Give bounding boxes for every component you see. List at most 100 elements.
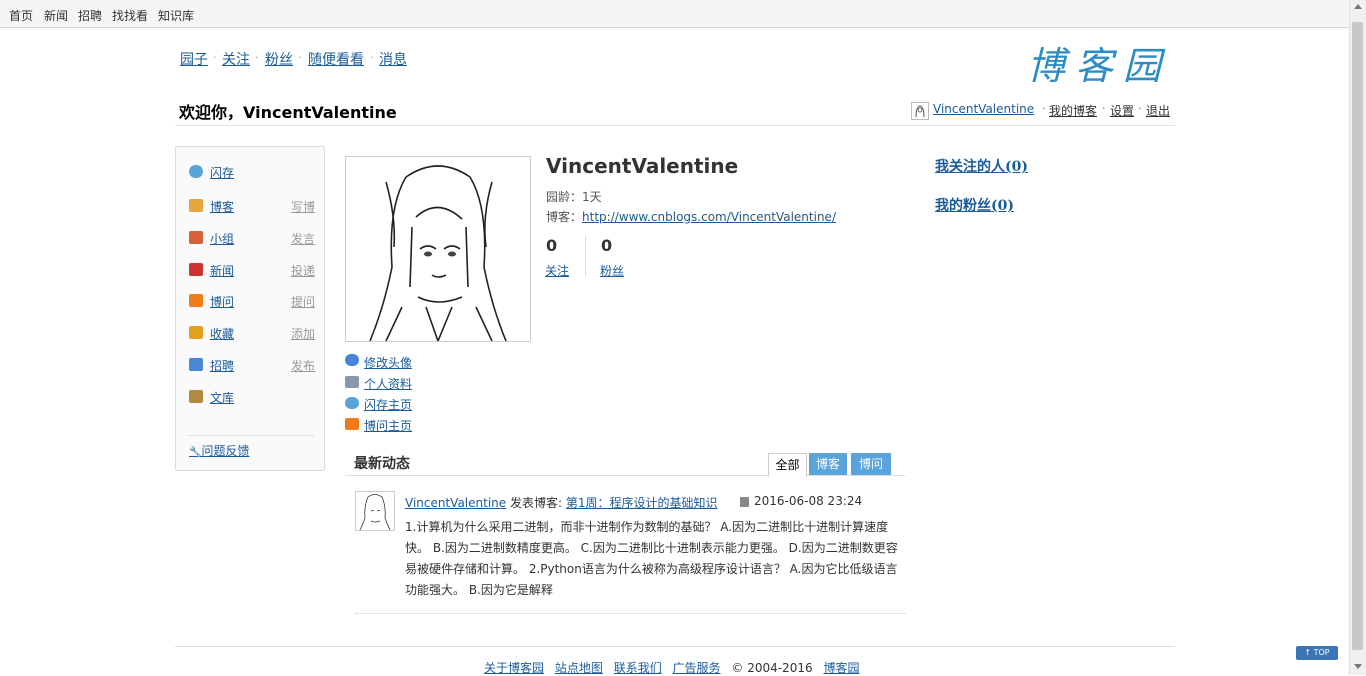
follow-link[interactable]: 关注 xyxy=(545,262,569,279)
topbar-link-home[interactable]: 首页 xyxy=(9,7,33,24)
footer-link-sitemap[interactable]: 站点地图 xyxy=(555,661,603,675)
scroll-down-arrow-icon[interactable] xyxy=(1354,664,1362,669)
sidebar-item-label[interactable]: 博客 xyxy=(210,198,234,215)
topbar-link-kb[interactable]: 知识库 xyxy=(158,7,194,24)
pencil-note-icon xyxy=(189,199,203,212)
age-value: 1天 xyxy=(582,190,602,204)
my-blog-link[interactable]: 我的博客 xyxy=(1049,102,1097,119)
sidebar-action-write[interactable]: 写博 xyxy=(291,198,315,215)
footer-link-about[interactable]: 关于博客园 xyxy=(484,661,544,675)
footer-link-contact[interactable]: 联系我们 xyxy=(614,661,662,675)
divider xyxy=(187,435,314,436)
divider xyxy=(355,613,905,614)
speech-bubble-icon xyxy=(345,397,359,409)
sidebar-item-label[interactable]: 招聘 xyxy=(210,357,234,374)
feed-user-link[interactable]: VincentValentine xyxy=(405,496,506,510)
sidebar-item-label[interactable]: 新闻 xyxy=(210,262,234,279)
book-icon xyxy=(189,390,203,403)
vertical-scrollbar[interactable] xyxy=(1349,0,1366,675)
feed-item-body: 1.计算机为什么采用二进制，而非十进制作为数制的基础？ A.因为二进制比十进制计… xyxy=(405,520,898,597)
scroll-thumb[interactable] xyxy=(1352,22,1363,650)
nav-follow[interactable]: 关注 xyxy=(222,49,250,69)
sidebar-item-label[interactable]: 小组 xyxy=(210,230,234,247)
blog-label: 博客： xyxy=(546,210,583,224)
speech-bubble-icon xyxy=(189,165,203,178)
user-avatar-small[interactable] xyxy=(911,102,929,120)
settings-link[interactable]: 设置 xyxy=(1110,102,1134,119)
question-icon xyxy=(345,418,359,430)
feed-post-link[interactable]: 第1周：程序设计的基础知识 xyxy=(566,496,718,510)
blog-url-link[interactable]: http://www.cnblogs.com/VincentValentine/ xyxy=(582,210,836,224)
tab-blog[interactable]: 博客 xyxy=(809,453,847,475)
avatar-sketch-icon xyxy=(915,105,925,118)
left-sidebar: 闪存 博客 写博 小组 发言 新闻 投递 博问 提问 收藏 添加 招聘 发布 文… xyxy=(175,146,325,471)
sidebar-item-group[interactable]: 小组 发言 xyxy=(176,228,324,248)
age-label: 园龄： xyxy=(546,190,583,204)
topbar-link-news[interactable]: 新闻 xyxy=(44,7,68,24)
scroll-up-arrow-icon[interactable] xyxy=(1354,4,1362,9)
sidebar-item-label[interactable]: 文库 xyxy=(210,389,234,406)
sidebar-action-publish[interactable]: 发布 xyxy=(291,357,315,374)
fans-link[interactable]: 粉丝 xyxy=(600,262,624,279)
sidebar-action-submit[interactable]: 投递 xyxy=(291,262,315,279)
tab-question[interactable]: 博问 xyxy=(851,453,891,475)
sidebar-action-ask[interactable]: 提问 xyxy=(291,293,315,310)
sidebar-item-favorite[interactable]: 收藏 添加 xyxy=(176,323,324,343)
divider xyxy=(175,125,1175,126)
following-link[interactable]: 我关注的人(0) xyxy=(935,156,1028,176)
link-separator: · xyxy=(1102,102,1106,115)
nav-yuanzi[interactable]: 园子 xyxy=(180,49,208,69)
nav-random[interactable]: 随便看看 xyxy=(308,49,364,69)
sidebar-action-add[interactable]: 添加 xyxy=(291,325,315,342)
feedback-link[interactable]: 🔧问题反馈 xyxy=(189,442,249,459)
news-icon xyxy=(189,263,203,276)
profile-avatar[interactable] xyxy=(345,156,531,342)
person-card-icon xyxy=(189,358,203,371)
sidebar-item-label[interactable]: 博问 xyxy=(210,293,234,310)
sidebar-item-blog[interactable]: 博客 写博 xyxy=(176,196,324,216)
divider xyxy=(175,646,1175,647)
feed-item-header: VincentValentine 发表博客: 第1周：程序设计的基础知识 xyxy=(405,494,718,511)
user-name-link[interactable]: VincentValentine xyxy=(933,102,1034,116)
logout-link[interactable]: 退出 xyxy=(1146,102,1170,119)
my-fans-link[interactable]: 我的粉丝(0) xyxy=(935,195,1014,215)
footer-link-ads[interactable]: 广告服务 xyxy=(673,661,721,675)
nav-separator: · xyxy=(213,51,217,64)
anime-avatar-sketch-icon xyxy=(369,165,507,341)
profile-blog-row: 博客：http://www.cnblogs.com/VincentValenti… xyxy=(546,208,836,225)
question-icon xyxy=(189,294,203,307)
question-home-link[interactable]: 博问主页 xyxy=(364,417,412,434)
flash-home-link[interactable]: 闪存主页 xyxy=(364,396,412,413)
nav-separator: · xyxy=(255,51,259,64)
sidebar-item-news[interactable]: 新闻 投递 xyxy=(176,260,324,280)
feed-user-avatar[interactable] xyxy=(355,491,395,531)
sidebar-item-label[interactable]: 闪存 xyxy=(210,164,234,181)
cnblogs-logo[interactable]: 博客园 xyxy=(1027,35,1171,90)
footer-copyright: © 2004-2016 xyxy=(731,661,813,675)
wrench-icon: 🔧 xyxy=(189,447,202,458)
sidebar-item-question[interactable]: 博问 提问 xyxy=(176,291,324,311)
back-to-top-button[interactable]: ↑ TOP xyxy=(1296,646,1338,660)
nav-separator: · xyxy=(298,51,302,64)
link-separator: · xyxy=(1042,102,1046,115)
link-separator: · xyxy=(1138,102,1142,115)
footer-site-link[interactable]: 博客园 xyxy=(823,661,859,675)
topbar-link-jobs[interactable]: 招聘 xyxy=(78,7,102,24)
nav-fans[interactable]: 粉丝 xyxy=(265,49,293,69)
sidebar-item-jobs[interactable]: 招聘 发布 xyxy=(176,355,324,375)
feedback-label: 问题反馈 xyxy=(201,444,250,458)
trash-icon[interactable] xyxy=(740,497,749,507)
feed-title: 最新动态 xyxy=(354,456,410,472)
topbar-link-search[interactable]: 找找看 xyxy=(112,7,148,24)
sidebar-action-post[interactable]: 发言 xyxy=(291,230,315,247)
tab-all[interactable]: 全部 xyxy=(768,453,807,477)
follow-count: 0 xyxy=(546,236,558,255)
profile-info-link[interactable]: 个人资料 xyxy=(364,375,412,392)
sidebar-item-flash[interactable]: 闪存 xyxy=(176,162,324,182)
nav-messages[interactable]: 消息 xyxy=(379,49,407,69)
gear-icon xyxy=(345,354,359,366)
edit-avatar-link[interactable]: 修改头像 xyxy=(364,354,412,371)
sidebar-item-library[interactable]: 文库 xyxy=(176,387,324,407)
top-navigation-bar: 首页 新闻 招聘 找找看 知识库 xyxy=(0,0,1350,28)
sidebar-item-label[interactable]: 收藏 xyxy=(210,325,234,342)
